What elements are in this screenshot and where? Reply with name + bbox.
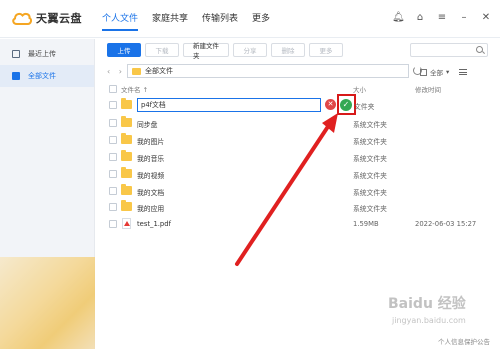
sidebar-item-label: 全部文件 <box>28 72 56 80</box>
grid-icon <box>420 68 427 76</box>
row-type: 系统文件夹 <box>353 205 387 213</box>
list-icon <box>459 69 468 75</box>
sidebar: 最近上传 全部文件 <box>0 39 95 349</box>
row-type: 系统文件夹 <box>353 189 387 197</box>
watermark-url: jingyan.baidu.com <box>392 316 466 325</box>
search-icon <box>476 46 483 53</box>
col-name[interactable]: 文件名 ↑ <box>121 84 148 94</box>
row-type: 系统文件夹 <box>353 172 387 180</box>
folder-icon <box>121 133 132 144</box>
row-name[interactable]: 同步盘 <box>137 119 157 129</box>
folder-icon <box>132 67 141 75</box>
row-name[interactable]: 我的应用 <box>137 203 164 213</box>
share-button[interactable]: 分享 <box>233 43 267 57</box>
col-modified[interactable]: 修改时间 <box>415 84 441 94</box>
folder-icon <box>121 116 132 127</box>
top-bar: 天翼云盘 个人文件 家庭共享 传输列表 更多 🔔︎ ⌂ ≡ – ✕ <box>0 0 500 38</box>
table-row[interactable]: 同步盘 系统文件夹 <box>107 115 490 132</box>
row-checkbox[interactable] <box>109 136 117 144</box>
table-row[interactable]: 我的音乐 系统文件夹 <box>107 149 490 166</box>
menu-icon[interactable]: ≡ <box>436 12 448 24</box>
search-input[interactable] <box>410 43 488 57</box>
folder-icon <box>121 98 132 109</box>
view-controls: 全部 ▾ <box>420 67 468 77</box>
row-checkbox[interactable] <box>109 220 117 228</box>
row-checkbox[interactable] <box>109 153 117 161</box>
folder-icon <box>121 184 132 195</box>
col-size[interactable]: 大小 <box>353 84 366 94</box>
row-date: 2022-06-03 15:27 <box>415 220 477 228</box>
row-name[interactable]: 我的视频 <box>137 170 164 180</box>
download-button[interactable]: 下载 <box>145 43 179 57</box>
upload-button[interactable]: 上传 <box>107 43 141 57</box>
sidebar-item-label: 最近上传 <box>28 50 56 58</box>
bell-icon[interactable]: 🔔︎ <box>392 12 405 24</box>
row-checkbox[interactable] <box>109 203 117 211</box>
row-checkbox[interactable] <box>109 101 117 109</box>
table-row-rename: p4f文档 ✕ ✓ 文件夹 <box>107 94 490 115</box>
sidebar-item-recent-uploads[interactable]: 最近上传 <box>0 43 94 65</box>
row-name[interactable]: 我的图片 <box>137 136 164 146</box>
sidebar-item-all-files[interactable]: 全部文件 <box>0 65 94 87</box>
privacy-notice-link[interactable]: 个人信息保护公告 <box>438 336 490 346</box>
more-button[interactable]: 更多 <box>309 43 343 57</box>
table-row[interactable]: 我的文档 系统文件夹 <box>107 183 490 200</box>
row-name[interactable]: 我的文档 <box>137 187 164 197</box>
close-icon[interactable]: ✕ <box>480 12 492 24</box>
row-name[interactable]: 我的音乐 <box>137 153 164 163</box>
path-bar: ‹ › 全部文件 全部 ▾ <box>107 64 490 79</box>
folder-icon <box>121 167 132 178</box>
filter-dropdown[interactable]: 全部 ▾ <box>420 67 449 77</box>
shirt-icon[interactable]: ⌂ <box>414 12 426 24</box>
row-checkbox[interactable] <box>109 187 117 195</box>
row-type: 系统文件夹 <box>353 138 387 146</box>
app-name: 天翼云盘 <box>36 12 82 25</box>
nav-more[interactable]: 更多 <box>252 11 270 33</box>
row-checkbox[interactable] <box>109 119 117 127</box>
sidebar-banner[interactable] <box>0 257 95 349</box>
new-folder-button[interactable]: 新建文件夹 <box>183 42 229 60</box>
recent-icon <box>12 50 20 58</box>
row-checkbox[interactable] <box>109 170 117 178</box>
nav-personal-files[interactable]: 个人文件 <box>102 11 139 33</box>
table-row[interactable]: 我的视频 系统文件夹 <box>107 166 490 183</box>
main-nav: 个人文件 家庭共享 传输列表 更多 <box>102 11 284 33</box>
cancel-rename-icon[interactable]: ✕ <box>325 99 336 110</box>
filter-label: 全部 <box>430 69 443 77</box>
pdf-file-icon <box>122 218 131 229</box>
cloud-logo-icon <box>12 11 33 25</box>
list-view-toggle[interactable] <box>459 67 468 77</box>
toolbar: 上传 下载 新建文件夹 分享 删除 更多 <box>107 42 343 60</box>
breadcrumb[interactable]: 全部文件 <box>127 64 409 78</box>
rename-input[interactable]: p4f文档 <box>137 98 321 112</box>
table-header: 文件名 ↑ 大小 修改时间 <box>107 82 490 96</box>
watermark: Baidu 经验 <box>388 296 466 312</box>
table-row[interactable]: 我的图片 系统文件夹 <box>107 132 490 149</box>
table-row[interactable]: test_1.pdf 1.59MB 2022-06-03 15:27 <box>107 216 490 233</box>
row-name[interactable]: test_1.pdf <box>137 220 171 228</box>
back-forward-icon[interactable]: ‹ › <box>107 67 125 76</box>
folder-icon <box>121 150 132 161</box>
row-size: 1.59MB <box>353 220 379 228</box>
row-type: 系统文件夹 <box>353 121 387 129</box>
window-controls: 🔔︎ ⌂ ≡ – ✕ <box>392 12 492 24</box>
delete-button[interactable]: 删除 <box>271 43 305 57</box>
select-all-checkbox[interactable] <box>109 85 117 93</box>
nav-transfer-list[interactable]: 传输列表 <box>202 11 238 33</box>
row-type: 文件夹 <box>354 103 375 111</box>
table-row[interactable]: 我的应用 系统文件夹 <box>107 199 490 216</box>
breadcrumb-current: 全部文件 <box>145 67 173 75</box>
folder-icon <box>121 200 132 211</box>
row-type: 系统文件夹 <box>353 155 387 163</box>
app-logo: 天翼云盘 <box>12 10 82 26</box>
files-icon <box>12 72 20 80</box>
chevron-down-icon: ▾ <box>446 68 450 76</box>
minimize-icon[interactable]: – <box>458 12 470 24</box>
nav-family-share[interactable]: 家庭共享 <box>152 11 188 33</box>
